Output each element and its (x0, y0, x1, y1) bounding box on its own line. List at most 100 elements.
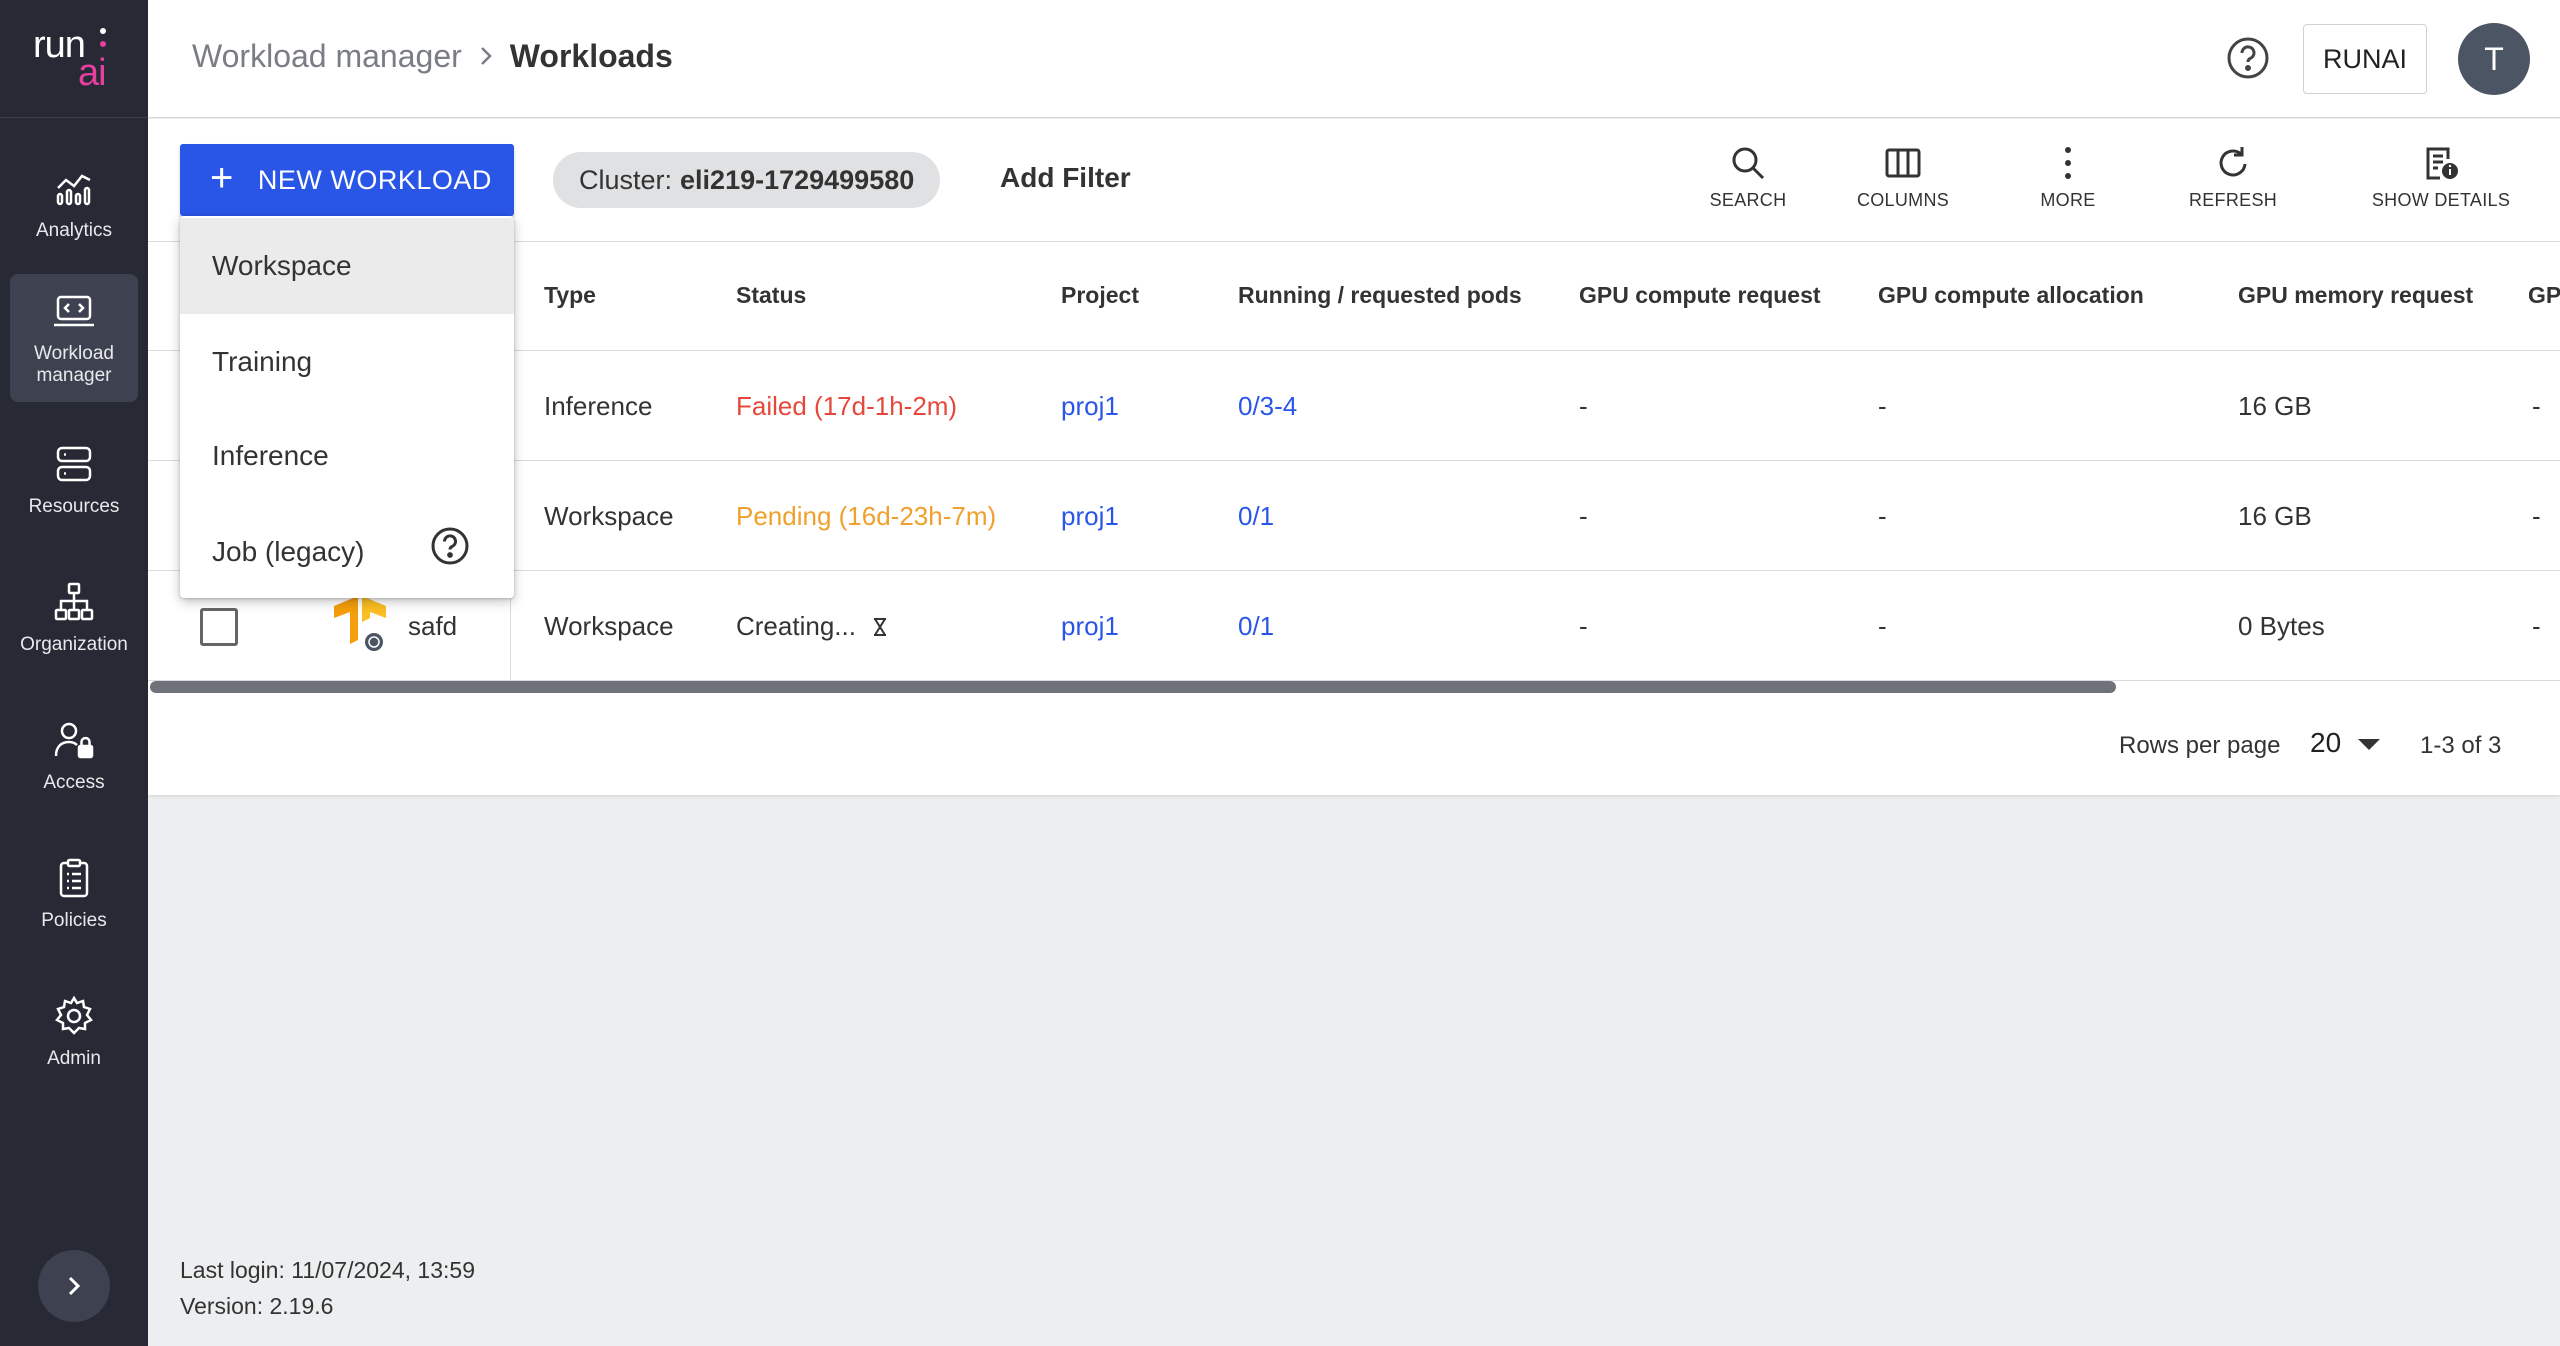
cell-pods-link[interactable]: 0/1 (1238, 501, 1274, 532)
tensorflow-icon (334, 596, 386, 651)
sidebar-item-label: Analytics (35, 220, 113, 241)
breadcrumb-parent[interactable]: Workload manager (192, 38, 462, 75)
hourglass-icon (874, 618, 887, 636)
sidebar-item-organization[interactable]: Organization (10, 554, 138, 682)
table-pagination: Rows per page 20 1-3 of 3 (148, 693, 2560, 795)
cell-gpu-compute-allocation: - (1878, 611, 1887, 641)
menu-item-workspace[interactable]: Workspace (180, 218, 514, 314)
runai-logo[interactable]: run ai (0, 0, 148, 118)
column-header-gpu-compute-request[interactable]: GPU compute request (1579, 282, 1821, 309)
cluster-label: Cluster: (579, 164, 673, 195)
version: Version: 2.19.6 (180, 1293, 334, 1319)
cluster-value: eli219-1729499580 (680, 164, 915, 195)
new-workload-label: NEW WORKLOAD (257, 164, 492, 195)
sidebar-item-label: Access (43, 772, 105, 793)
rows-per-page-label: Rows per page (2119, 732, 2281, 759)
column-header-gpu-memory-request[interactable]: GPU memory request (2238, 282, 2473, 309)
cell-status-failed: Failed (17d-1h-2m) (736, 391, 958, 421)
organization-icon (54, 582, 94, 621)
details-icon (2426, 147, 2458, 180)
policies-icon (59, 858, 89, 898)
sidebar-item-analytics[interactable]: Analytics (10, 140, 138, 268)
cell-pods-link[interactable]: 0/1 (1238, 611, 1274, 642)
sidebar-item-label: Admin (47, 1048, 101, 1069)
sidebar-item-resources[interactable]: Resources (10, 416, 138, 544)
chevron-right-icon (478, 38, 494, 75)
horizontal-scrollbar[interactable] (150, 681, 2116, 693)
cluster-filter-chip[interactable]: Cluster: eli219-1729499580 (553, 152, 941, 208)
column-header-gpu-more[interactable]: GP (2528, 282, 2560, 309)
cell-gpu-compute-request: - (1579, 611, 1588, 641)
logo-ai: ai (78, 52, 107, 94)
cell-next: - (2532, 391, 2541, 421)
cell-gpu-compute-request: - (1579, 391, 1588, 421)
new-workload-menu: Workspace Training Inference Job (legacy… (180, 216, 514, 598)
sidebar-item-label: Workload manager (34, 343, 114, 386)
show-details-button[interactable]: SHOW DETAILS (2366, 144, 2516, 224)
more-button[interactable]: MORE (2008, 144, 2128, 224)
chevron-right-icon (68, 1276, 81, 1296)
cell-status-creating: Creating... (736, 611, 889, 642)
top-header: Workload manager Workloads RUNAI T (148, 0, 2560, 118)
resources-icon (56, 446, 92, 482)
workload-icon (54, 295, 94, 327)
gear-icon (55, 995, 93, 1035)
last-login: Last login: 11/07/2024, 13:59 (180, 1257, 475, 1283)
sidebar-item-workload-manager[interactable]: Workload manager (10, 274, 138, 402)
cell-project-link[interactable]: proj1 (1061, 391, 1119, 422)
cell-type: Workspace (544, 611, 674, 641)
sidebar-item-admin[interactable]: Admin (10, 968, 138, 1096)
column-header-project[interactable]: Project (1061, 282, 1139, 309)
cell-gpu-memory-request: 16 GB (2238, 391, 2312, 421)
menu-item-training[interactable]: Training (180, 314, 514, 410)
cell-type: Inference (544, 391, 653, 421)
login-info: Last login: 11/07/2024, 13:59 Version: 2… (180, 1252, 475, 1324)
cell-gpu-compute-request: - (1579, 501, 1588, 531)
refresh-icon (2219, 147, 2247, 177)
cell-project-link[interactable]: proj1 (1061, 501, 1119, 532)
cell-gpu-compute-allocation: - (1878, 501, 1887, 531)
analytics-icon (56, 174, 91, 206)
breadcrumb: Workload manager Workloads (192, 38, 673, 75)
cell-status-pending: Pending (16d-23h-7m) (736, 501, 997, 531)
avatar[interactable]: T (2458, 23, 2530, 95)
help-icon[interactable] (430, 526, 470, 566)
cell-gpu-memory-request: 0 Bytes (2238, 611, 2325, 641)
help-icon[interactable] (2226, 36, 2270, 80)
new-workload-button[interactable]: + NEW WORKLOAD (180, 144, 514, 216)
sidebar-item-label: Resources (28, 496, 120, 517)
sidebar-item-label: Organization (20, 634, 128, 655)
cell-gpu-compute-allocation: - (1878, 391, 1887, 421)
add-filter-button[interactable]: Add Filter (1000, 162, 1131, 194)
row-checkbox[interactable] (200, 608, 238, 646)
column-header-status[interactable]: Status (736, 282, 806, 309)
search-icon (1732, 147, 1765, 180)
cell-next: - (2532, 611, 2541, 641)
expand-sidebar-button[interactable] (38, 1250, 110, 1322)
tenant-button[interactable]: RUNAI (2303, 24, 2427, 94)
caret-down-icon[interactable] (2358, 739, 2380, 750)
columns-icon (1885, 148, 1921, 178)
plus-icon: + (210, 156, 234, 200)
menu-item-job-legacy[interactable]: Job (legacy) (180, 504, 514, 598)
cell-name[interactable]: safd (408, 611, 457, 642)
sidebar-item-policies[interactable]: Policies (10, 830, 138, 958)
cell-project-link[interactable]: proj1 (1061, 611, 1119, 642)
sidebar-item-access[interactable]: Access (10, 692, 138, 820)
rows-per-page-select[interactable]: 20 (2310, 727, 2341, 759)
cell-type: Workspace (544, 501, 674, 531)
sidebar: run ai Analytics Workload manager Resour… (0, 0, 148, 1346)
access-icon (54, 722, 94, 759)
sidebar-item-label: Policies (41, 910, 107, 931)
column-header-pods[interactable]: Running / requested pods (1238, 282, 1522, 309)
cell-pods-link[interactable]: 0/3-4 (1238, 391, 1297, 422)
menu-item-inference[interactable]: Inference (180, 408, 514, 504)
search-button[interactable]: SEARCH (1688, 144, 1808, 224)
refresh-button[interactable]: REFRESH (2168, 144, 2298, 224)
column-header-type[interactable]: Type (544, 282, 596, 309)
more-vertical-icon (2065, 147, 2071, 179)
cell-gpu-memory-request: 16 GB (2238, 501, 2312, 531)
pagination-range: 1-3 of 3 (2420, 732, 2502, 759)
columns-button[interactable]: COLUMNS (1843, 144, 1963, 224)
column-header-gpu-compute-allocation[interactable]: GPU compute allocation (1878, 282, 2144, 309)
